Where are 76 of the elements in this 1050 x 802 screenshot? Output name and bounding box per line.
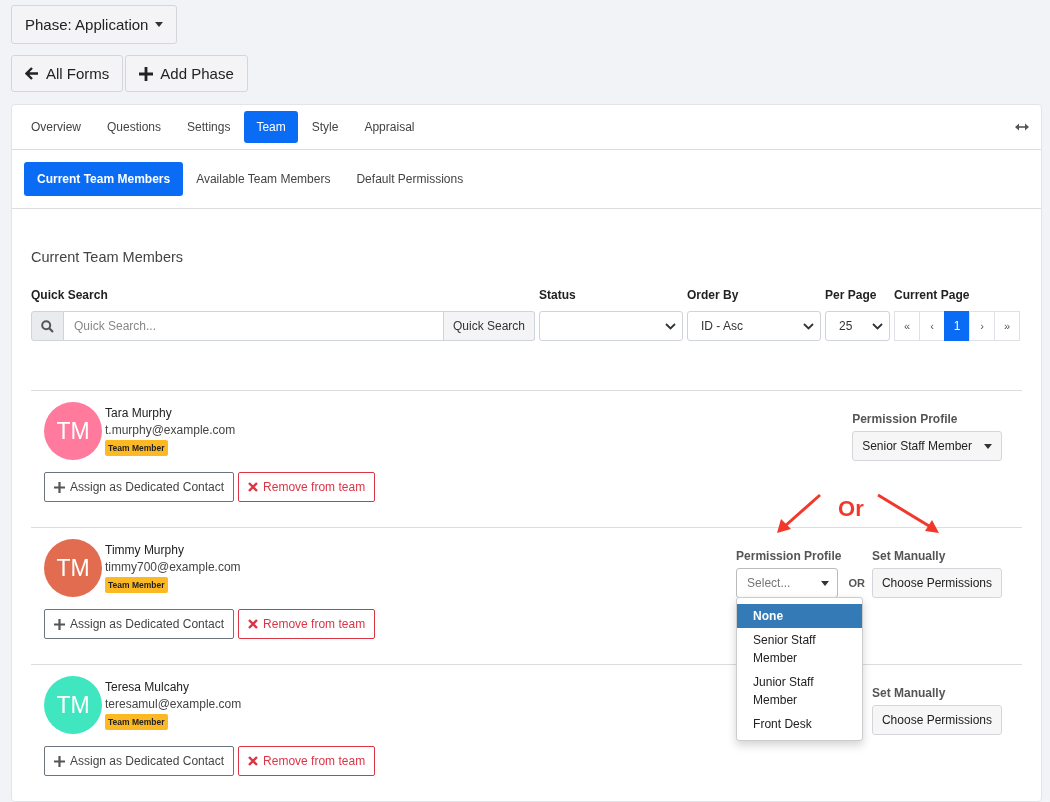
page-button[interactable]: 1 [944,311,971,341]
choose-permissions-button[interactable]: Choose Permissions [871,568,1002,598]
plus-icon [54,481,65,493]
chevron-down-icon [803,322,815,330]
remove-button[interactable]: Remove from team [238,472,376,502]
plus-icon [54,618,65,630]
avatar: TM [44,539,102,597]
chevron-down-icon [872,322,884,330]
assign-contact-button[interactable]: Assign as Dedicated Contact [44,609,235,639]
phase-dropdown-button[interactable]: Phase: Application [11,5,178,44]
role-badge: Team Member [105,440,168,456]
tab[interactable]: Style [299,111,351,143]
tab[interactable]: Settings [175,111,243,143]
arrow-left-icon [25,67,39,80]
annotation-arrow [877,493,940,533]
assign-contact-button[interactable]: Assign as Dedicated Contact [44,746,235,776]
field-label: Per Page [825,288,878,302]
field-label: Order By [687,288,740,302]
order-by-select[interactable]: ID - Asc [687,311,822,341]
avatar: TM [44,402,102,460]
x-icon [248,619,259,629]
role-badge: Team Member [105,714,168,730]
remove-button[interactable]: Remove from team [238,609,376,639]
annotation-arrow [777,493,822,533]
member-email: t.murphy@example.com [105,422,236,439]
member-name: Timmy Murphy [105,542,185,558]
remove-button[interactable]: Remove from team [238,746,376,776]
plus-icon [54,755,65,767]
field-label: Set Manually [871,686,947,700]
member-email: teresamul@example.com [105,696,242,713]
avatar: TM [44,676,102,734]
page-button[interactable]: « [894,311,921,341]
plus-icon [139,66,154,81]
role-badge: Team Member [105,577,168,593]
section-title: Current Team Members [31,249,185,265]
field-label: Quick Search [31,288,109,302]
quick-search-button[interactable]: Quick Search [444,311,536,341]
field-label: Current Page [894,288,971,302]
field-label: Set Manually [871,549,947,563]
quick-search-field[interactable]: Quick Search... [64,311,444,341]
dropdown-option[interactable]: None [737,604,863,628]
subtab[interactable]: Available Team Members [183,162,344,196]
page-button[interactable]: ‹ [919,311,946,341]
choose-permissions-button[interactable]: Choose Permissions [871,705,1002,735]
dropdown-option[interactable]: Junior Staff Member [737,670,863,712]
annotation-text: Or [838,497,864,521]
field-label: Permission Profile [852,412,959,426]
per-page-select[interactable]: 25 [825,311,891,341]
tab[interactable]: Appraisal [352,111,427,143]
add-button[interactable]: Add Phase [125,55,248,92]
member-name: Tara Murphy [105,405,173,421]
field-label: Status [539,288,577,302]
back-button[interactable]: All Forms [11,55,124,92]
or-label: OR [848,577,865,589]
page-button[interactable]: » [994,311,1021,341]
tab[interactable]: Overview [19,111,93,143]
subtab[interactable]: Default Permissions [343,162,477,196]
x-icon [248,756,259,766]
chevron-down-icon [665,322,677,330]
page-button[interactable]: › [969,311,996,341]
caret-icon [821,580,830,586]
search-icon [41,319,54,333]
assign-contact-button[interactable]: Assign as Dedicated Contact [44,472,235,502]
member-name: Teresa Mulcahy [105,679,191,695]
subtab[interactable]: Current Team Members [24,162,184,196]
caret-icon [984,443,992,449]
tab[interactable]: Questions [95,111,174,143]
member-email: timmy700@example.com [105,559,241,576]
dropdown-option[interactable]: Senior Staff Member [737,628,863,670]
caret-icon [155,22,164,27]
field-label: Permission Profile [736,549,842,563]
resize-horizontal-icon[interactable] [1015,123,1029,131]
permission-profile-dropdown[interactable]: Senior Staff Member [852,431,1002,461]
dropdown-option[interactable]: Front Desk [737,712,863,736]
x-icon [248,482,259,492]
tab[interactable]: Team [244,111,298,143]
